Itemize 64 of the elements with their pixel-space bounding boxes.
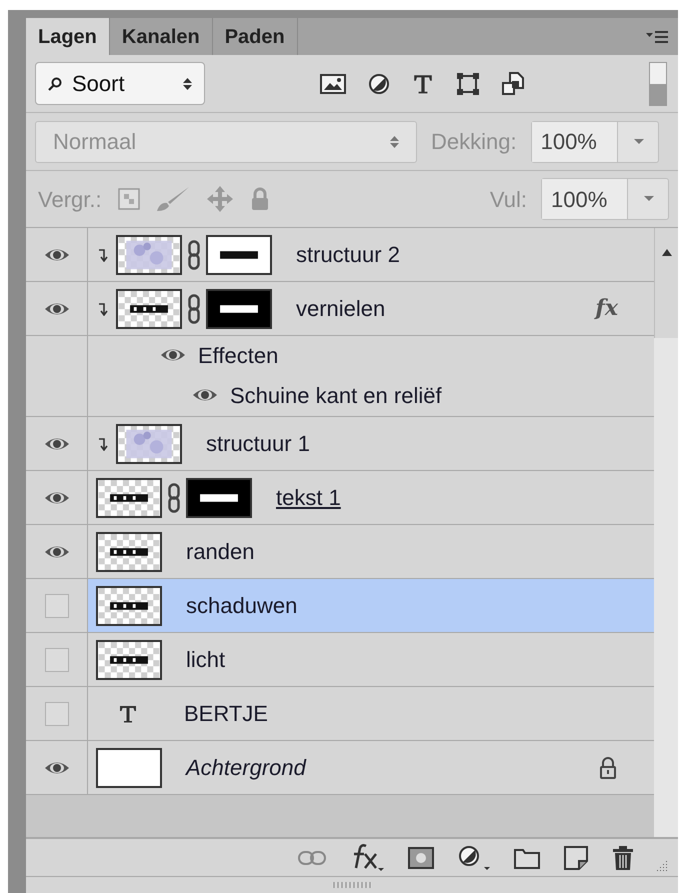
type-filter-icon[interactable]	[412, 72, 434, 94]
layer-name: vernielen	[296, 295, 386, 323]
adjustment-icon[interactable]	[458, 844, 490, 870]
layer-row[interactable]: tekst 1	[26, 471, 654, 525]
mask-icon[interactable]	[408, 846, 434, 868]
effects-label: fx	[595, 294, 618, 323]
visibility-checkbox[interactable]	[44, 702, 68, 726]
drag-handle-icon[interactable]	[333, 882, 371, 888]
search-icon	[48, 76, 62, 90]
filter-dropdown[interactable]: Soort	[35, 62, 205, 105]
visibility-checkbox[interactable]	[44, 594, 68, 618]
chain-link-icon[interactable]	[168, 482, 180, 512]
eye-icon[interactable]	[44, 300, 70, 316]
opacity-label: Dekking:	[431, 128, 517, 156]
eye-icon[interactable]	[44, 544, 70, 560]
layer-row[interactable]: Achtergrond	[26, 741, 654, 795]
lock-label: Vergr.:	[38, 186, 102, 214]
shape-filter-icon[interactable]	[456, 72, 480, 96]
eye-icon[interactable]	[192, 387, 218, 403]
caret-down-icon	[634, 138, 644, 144]
panel-menu-icon[interactable]	[646, 30, 668, 44]
trash-icon[interactable]	[612, 844, 634, 870]
chain-link-icon[interactable]	[188, 294, 200, 324]
layer-row[interactable]: structuur 2	[26, 228, 654, 282]
new-layer-icon[interactable]	[564, 846, 588, 870]
image-filter-icon[interactable]	[320, 72, 346, 94]
chain-link-icon[interactable]	[188, 240, 200, 270]
folder-icon[interactable]	[514, 846, 540, 868]
fill-label: Vul:	[490, 186, 527, 214]
fill-field[interactable]: 100%	[541, 178, 669, 220]
layer-name: structuur 2	[296, 241, 400, 269]
opacity-field[interactable]: 100%	[530, 120, 659, 162]
scroll-up-arrow-icon[interactable]	[662, 248, 672, 256]
layer-row[interactable]: schaduwen	[26, 579, 654, 633]
layer-name: licht	[186, 646, 226, 674]
layer-name: tekst 1	[276, 484, 341, 512]
layer-name: randen	[186, 538, 255, 566]
visibility-checkbox[interactable]	[44, 648, 68, 672]
layer-name: schaduwen	[186, 592, 298, 620]
layer-row[interactable]: vernielen fx	[26, 282, 654, 336]
effect-name: Schuine kant en reliëf	[230, 382, 442, 410]
eye-icon[interactable]	[44, 760, 70, 776]
filter-value: Soort	[72, 70, 126, 98]
layer-name: structuur 1	[206, 430, 310, 458]
adjustment-filter-icon[interactable]	[368, 72, 390, 94]
smart-object-filter-icon[interactable]	[502, 72, 524, 96]
layer-row[interactable]: randen	[26, 525, 654, 579]
layer-name: BERTJE	[184, 700, 268, 728]
eye-icon[interactable]	[44, 490, 70, 506]
up-down-caret-icon	[390, 134, 399, 148]
panel-tab[interactable]: Lagen	[26, 18, 110, 55]
layer-row[interactable]: BERTJE	[26, 687, 654, 741]
layer-name: Achtergrond	[186, 754, 306, 782]
up-down-caret-icon	[183, 76, 192, 90]
eye-icon[interactable]	[44, 246, 70, 262]
eye-icon[interactable]	[44, 436, 70, 452]
caret-down-icon	[644, 196, 654, 202]
layer-row[interactable]: licht	[26, 633, 654, 687]
layer-row[interactable]: structuur 1	[26, 417, 654, 471]
eye-icon[interactable]	[160, 347, 186, 363]
resize-grip-icon[interactable]	[654, 860, 668, 874]
scrollbar[interactable]	[654, 228, 678, 837]
filter-toggle-switch[interactable]	[649, 62, 667, 106]
effects-label: Effecten	[198, 342, 278, 370]
